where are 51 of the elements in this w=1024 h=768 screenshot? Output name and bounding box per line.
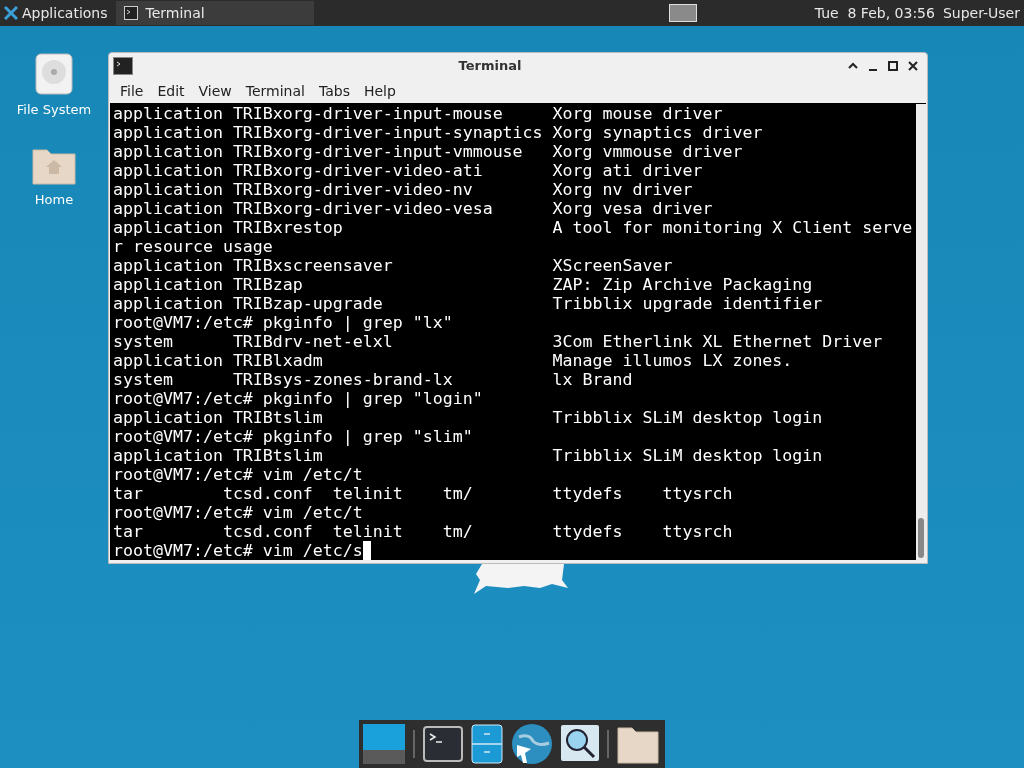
terminal-line: tar tcsd.conf telinit tm/ ttydefs ttysrch xyxy=(113,484,733,503)
terminal-icon xyxy=(113,57,133,75)
terminal-line: application TRIBzap-upgrade Tribblix upgrade identifier xyxy=(113,294,823,313)
terminal-line: root@VM7:/etc# vim /etc/t xyxy=(113,503,363,522)
taskbar-button[interactable]: Terminal xyxy=(115,1,314,25)
terminal-line: application TRIBzap ZAP: Zip Archive Packaging xyxy=(113,275,813,294)
maximize-icon[interactable] xyxy=(887,60,899,72)
menu-item[interactable]: Tabs xyxy=(311,80,357,102)
scrollbar[interactable] xyxy=(916,104,926,560)
applications-menu-button[interactable]: Applications xyxy=(0,0,112,26)
terminal-line: root@VM7:/etc# vim /etc/t xyxy=(113,465,363,484)
menu-item[interactable]: View xyxy=(191,80,239,102)
desktop-icon-label[interactable]: Home xyxy=(34,189,74,209)
user-name: Super-User xyxy=(942,3,1020,23)
clock: Tue 8 Feb, 03:56 xyxy=(814,3,935,23)
terminal-line: application TRIBxrestop A tool for monitoring X Client serve xyxy=(113,218,913,237)
terminal-line: application TRIBlxadm Manage illumos LX zones. xyxy=(113,351,793,370)
menu-item[interactable]: Help xyxy=(356,80,403,102)
menu-item[interactable]: Terminal xyxy=(238,80,312,102)
drive-icon xyxy=(34,52,74,96)
folder-icon[interactable] xyxy=(617,724,659,764)
menu-logo-icon xyxy=(4,6,18,20)
terminal-line: r resource usage xyxy=(113,237,273,256)
file-cabinet-icon[interactable] xyxy=(471,724,503,764)
desktop-icon-label[interactable]: File System xyxy=(16,100,92,120)
terminal-line: application TRIBxscreensaver XScreenSaver xyxy=(113,256,673,275)
terminal-icon xyxy=(123,6,138,20)
terminal-line: application TRIBxorg-driver-video-ati Xorg ati driver xyxy=(113,161,703,180)
terminal-line: system TRIBsys-zones-brand-lx lx Brand xyxy=(113,370,633,389)
terminal-line: system TRIBdrv-net-elxl 3Com Etherlink XL Ethernet Driver xyxy=(113,332,883,351)
workspace-switcher[interactable] xyxy=(668,4,697,22)
terminal-line: root@VM7:/etc# pkginfo | grep "login" xyxy=(113,389,483,408)
terminal-line: application TRIBxorg-driver-input-mouse Xorg mouse driver xyxy=(113,104,723,123)
close-icon[interactable] xyxy=(907,60,919,72)
scrollbar-thumb[interactable] xyxy=(918,518,924,558)
terminal-line: application TRIBxorg-driver-video-vesa Xorg vesa driver xyxy=(113,199,713,218)
terminal-line: application TRIBtslim Tribblix SLiM desktop login xyxy=(113,446,823,465)
terminal-line: application TRIBtslim Tribblix SLiM desktop login xyxy=(113,408,823,427)
terminal-line: root@VM7:/etc# vim /etc/s xyxy=(113,541,363,560)
terminal-line: application TRIBxorg-driver-input-vmmouse Xorg vmmouse driver xyxy=(113,142,743,161)
globe-pointer-icon[interactable] xyxy=(511,723,553,765)
terminal-icon[interactable] xyxy=(423,726,463,762)
terminal-line: root@VM7:/etc# pkginfo | grep "lx" xyxy=(113,313,453,332)
menu-item[interactable]: Edit xyxy=(150,80,192,102)
terminal-line: tar tcsd.conf telinit tm/ ttydefs ttysrch xyxy=(113,522,733,541)
terminal-line: application TRIBxorg-driver-video-nv Xorg nv driver xyxy=(113,180,693,199)
terminal-line: root@VM7:/etc# pkginfo | grep "slim" xyxy=(113,427,473,446)
window-title: Terminal xyxy=(457,57,523,76)
terminal-line: application TRIBxorg-driver-input-synaptics Xorg synaptics driver xyxy=(113,123,763,142)
search-icon[interactable] xyxy=(561,725,599,763)
menu-item[interactable]: File xyxy=(113,80,151,102)
